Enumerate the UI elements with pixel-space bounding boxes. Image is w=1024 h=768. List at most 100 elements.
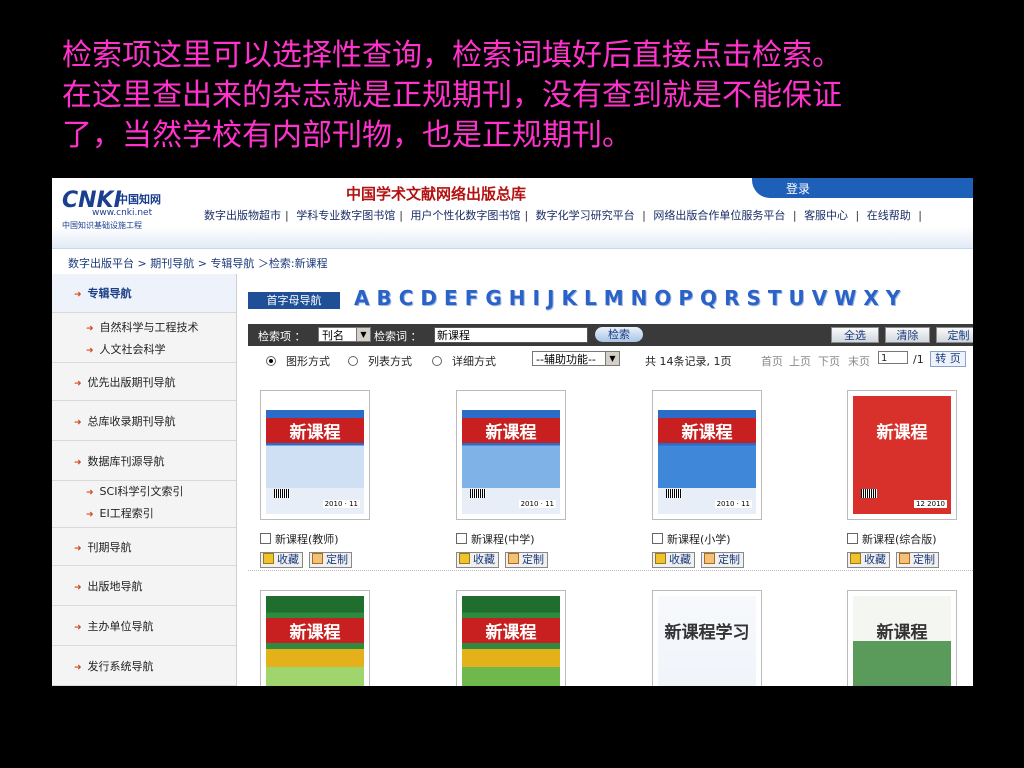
journal-select[interactable]: 新课程(教师)	[260, 531, 339, 547]
search-input[interactable]: 新课程	[434, 327, 588, 343]
letter-link[interactable]: L	[584, 286, 597, 310]
tab-initial-letter[interactable]: 首字母导航	[248, 292, 340, 309]
view-mode-list[interactable]: 列表方式	[348, 353, 412, 369]
journal-select[interactable]: 新课程(小学)	[652, 531, 731, 547]
journal-cover[interactable]: 新课程 2010 · 11	[260, 390, 370, 520]
journal-select[interactable]: 新课程(综合版)	[847, 531, 937, 547]
sidebar-item-db-source[interactable]: ➜ 数据库刊源导航	[52, 442, 236, 481]
view-mode-graphic[interactable]: 图形方式	[266, 353, 330, 369]
cover-art: 新课程 2010 · 11	[266, 396, 364, 514]
journal-cover[interactable]: 新课程 12 2010	[847, 390, 957, 520]
letter-link[interactable]: E	[444, 286, 458, 310]
letter-link[interactable]: N	[631, 286, 648, 310]
collect-button[interactable]: 收藏	[456, 552, 499, 568]
sidebar-item-sponsor[interactable]: ➜ 主办单位导航	[52, 607, 236, 646]
sidebar-subitem-humanities[interactable]: ➜ 人文社会科学	[52, 338, 236, 362]
view-mode-detail[interactable]: 详细方式	[432, 353, 496, 369]
cover-art: 新课程	[853, 596, 951, 686]
pencil-icon	[312, 553, 323, 564]
aux-select[interactable]: --辅助功能-- ▼	[532, 351, 620, 366]
letter-link[interactable]: B	[376, 286, 391, 310]
sidebar-subitem-natural-science[interactable]: ➜ 自然科学与工程技术	[52, 316, 236, 340]
letter-link[interactable]: Y	[886, 286, 900, 310]
letter-link[interactable]: T	[768, 286, 782, 310]
letter-link[interactable]: I	[533, 286, 540, 310]
nav-link[interactable]: 学科专业数字图书馆	[294, 209, 397, 222]
view-bar: 图形方式 列表方式 详细方式 --辅助功能-- ▼ 共 14条记录, 1页 首页…	[248, 348, 973, 370]
subscribe-button[interactable]: 定制	[309, 552, 352, 568]
letter-link[interactable]: V	[812, 286, 827, 310]
nav-link[interactable]: 网络出版合作单位服务平台	[651, 209, 787, 222]
letter-link[interactable]: H	[509, 286, 526, 310]
sidebar-item-distribution[interactable]: ➜ 发行系统导航	[52, 647, 236, 686]
sidebar-item-priority[interactable]: ➜ 优先出版期刊导航	[52, 362, 236, 401]
nav-link[interactable]: 数字化学习研究平台	[534, 209, 637, 222]
letter-index: ABCDEFGHIJKLMNOPQRSTUVWXY	[354, 286, 907, 310]
journal-cover[interactable]: 新课程 2010 · 11	[456, 390, 566, 520]
letter-link[interactable]: Q	[700, 286, 717, 310]
nav-link[interactable]: 客服中心	[802, 209, 850, 222]
breadcrumb[interactable]: 数字出版平台 > 期刊导航 > 专辑导航 ＞检索:新课程	[68, 255, 328, 271]
letter-link[interactable]: S	[746, 286, 760, 310]
subscribe-button[interactable]: 定制	[896, 552, 939, 568]
go-page-button[interactable]: 转 页	[930, 351, 966, 367]
subscribe-button[interactable]: 定制	[505, 552, 548, 568]
letter-link[interactable]: J	[547, 286, 554, 310]
collect-button[interactable]: 收藏	[260, 552, 303, 568]
sidebar-item-place[interactable]: ➜ 出版地导航	[52, 567, 236, 606]
field-select[interactable]: 刊名 ▼	[318, 327, 371, 342]
page-next[interactable]: 下页	[818, 353, 840, 369]
search-button[interactable]: 检索	[595, 327, 643, 342]
login-link[interactable]: 登录	[786, 180, 810, 197]
journal-cover[interactable]: 新课程2010 .12	[260, 590, 370, 686]
cnki-screenshot: CNKI 中国知网 www.cnki.net 中国知识基础设施工程 中国学术文献…	[52, 178, 973, 686]
arrow-icon: ➜	[86, 346, 94, 356]
cover-art: 新课程2010.11	[462, 596, 560, 686]
row-divider	[248, 570, 973, 571]
letter-link[interactable]: R	[724, 286, 739, 310]
checkbox-icon	[456, 533, 467, 544]
letter-link[interactable]: F	[465, 286, 479, 310]
letter-link[interactable]: G	[485, 286, 501, 310]
journal-cover[interactable]: 新课程2010.11	[456, 590, 566, 686]
nav-link[interactable]: 数字出版物超市	[202, 209, 283, 222]
sidebar-item-period[interactable]: ➜ 刊期导航	[52, 527, 236, 566]
letter-link[interactable]: O	[654, 286, 671, 310]
journal-cover[interactable]: 新课程 2010 · 11	[652, 390, 762, 520]
arrow-icon: ➜	[86, 488, 94, 498]
clear-button[interactable]: 清除	[885, 327, 930, 343]
cover-title: 新课程	[658, 418, 756, 443]
sidebar-item-collection[interactable]: ➜ 总库收录期刊导航	[52, 402, 236, 441]
letter-link[interactable]: A	[354, 286, 369, 310]
page-input[interactable]: 1	[878, 351, 908, 364]
custom-button[interactable]: 定制	[936, 327, 973, 343]
letter-link[interactable]: C	[399, 286, 414, 310]
subscribe-button[interactable]: 定制	[701, 552, 744, 568]
letter-link[interactable]: M	[604, 286, 624, 310]
nav-link[interactable]: 在线帮助	[865, 209, 913, 222]
sidebar-subitem-ei[interactable]: ➜ EI工程索引	[52, 502, 236, 526]
journal-cover[interactable]: 新课程	[847, 590, 957, 686]
letter-link[interactable]: W	[834, 286, 856, 310]
journal-select[interactable]: 新课程(中学)	[456, 531, 535, 547]
nav-link[interactable]: 用户个性化数字图书馆	[408, 209, 522, 222]
sidebar-item-album-nav[interactable]: ➜ 专辑导航	[52, 274, 236, 313]
cover-title: 新课程	[266, 418, 364, 443]
letter-link[interactable]: X	[863, 286, 878, 310]
collect-button[interactable]: 收藏	[652, 552, 695, 568]
letter-link[interactable]: P	[678, 286, 693, 310]
page-first[interactable]: 首页	[761, 353, 783, 369]
letter-link[interactable]: U	[789, 286, 805, 310]
cover-title: 新课程	[462, 618, 560, 643]
sidebar-subitem-sci[interactable]: ➜ SCI科学引文索引	[52, 480, 236, 504]
letter-link[interactable]: D	[420, 286, 437, 310]
journal-cover[interactable]: 新课程学习	[652, 590, 762, 686]
letter-link[interactable]: K	[561, 286, 577, 310]
barcode-icon	[470, 489, 486, 498]
page-prev[interactable]: 上页	[789, 353, 811, 369]
select-all-button[interactable]: 全选	[831, 327, 879, 343]
arrow-icon: ➜	[74, 379, 82, 389]
page-last[interactable]: 末页	[848, 353, 870, 369]
collect-button[interactable]: 收藏	[847, 552, 890, 568]
cnki-logo[interactable]: CNKI 中国知网 www.cnki.net 中国知识基础设施工程	[62, 188, 177, 232]
